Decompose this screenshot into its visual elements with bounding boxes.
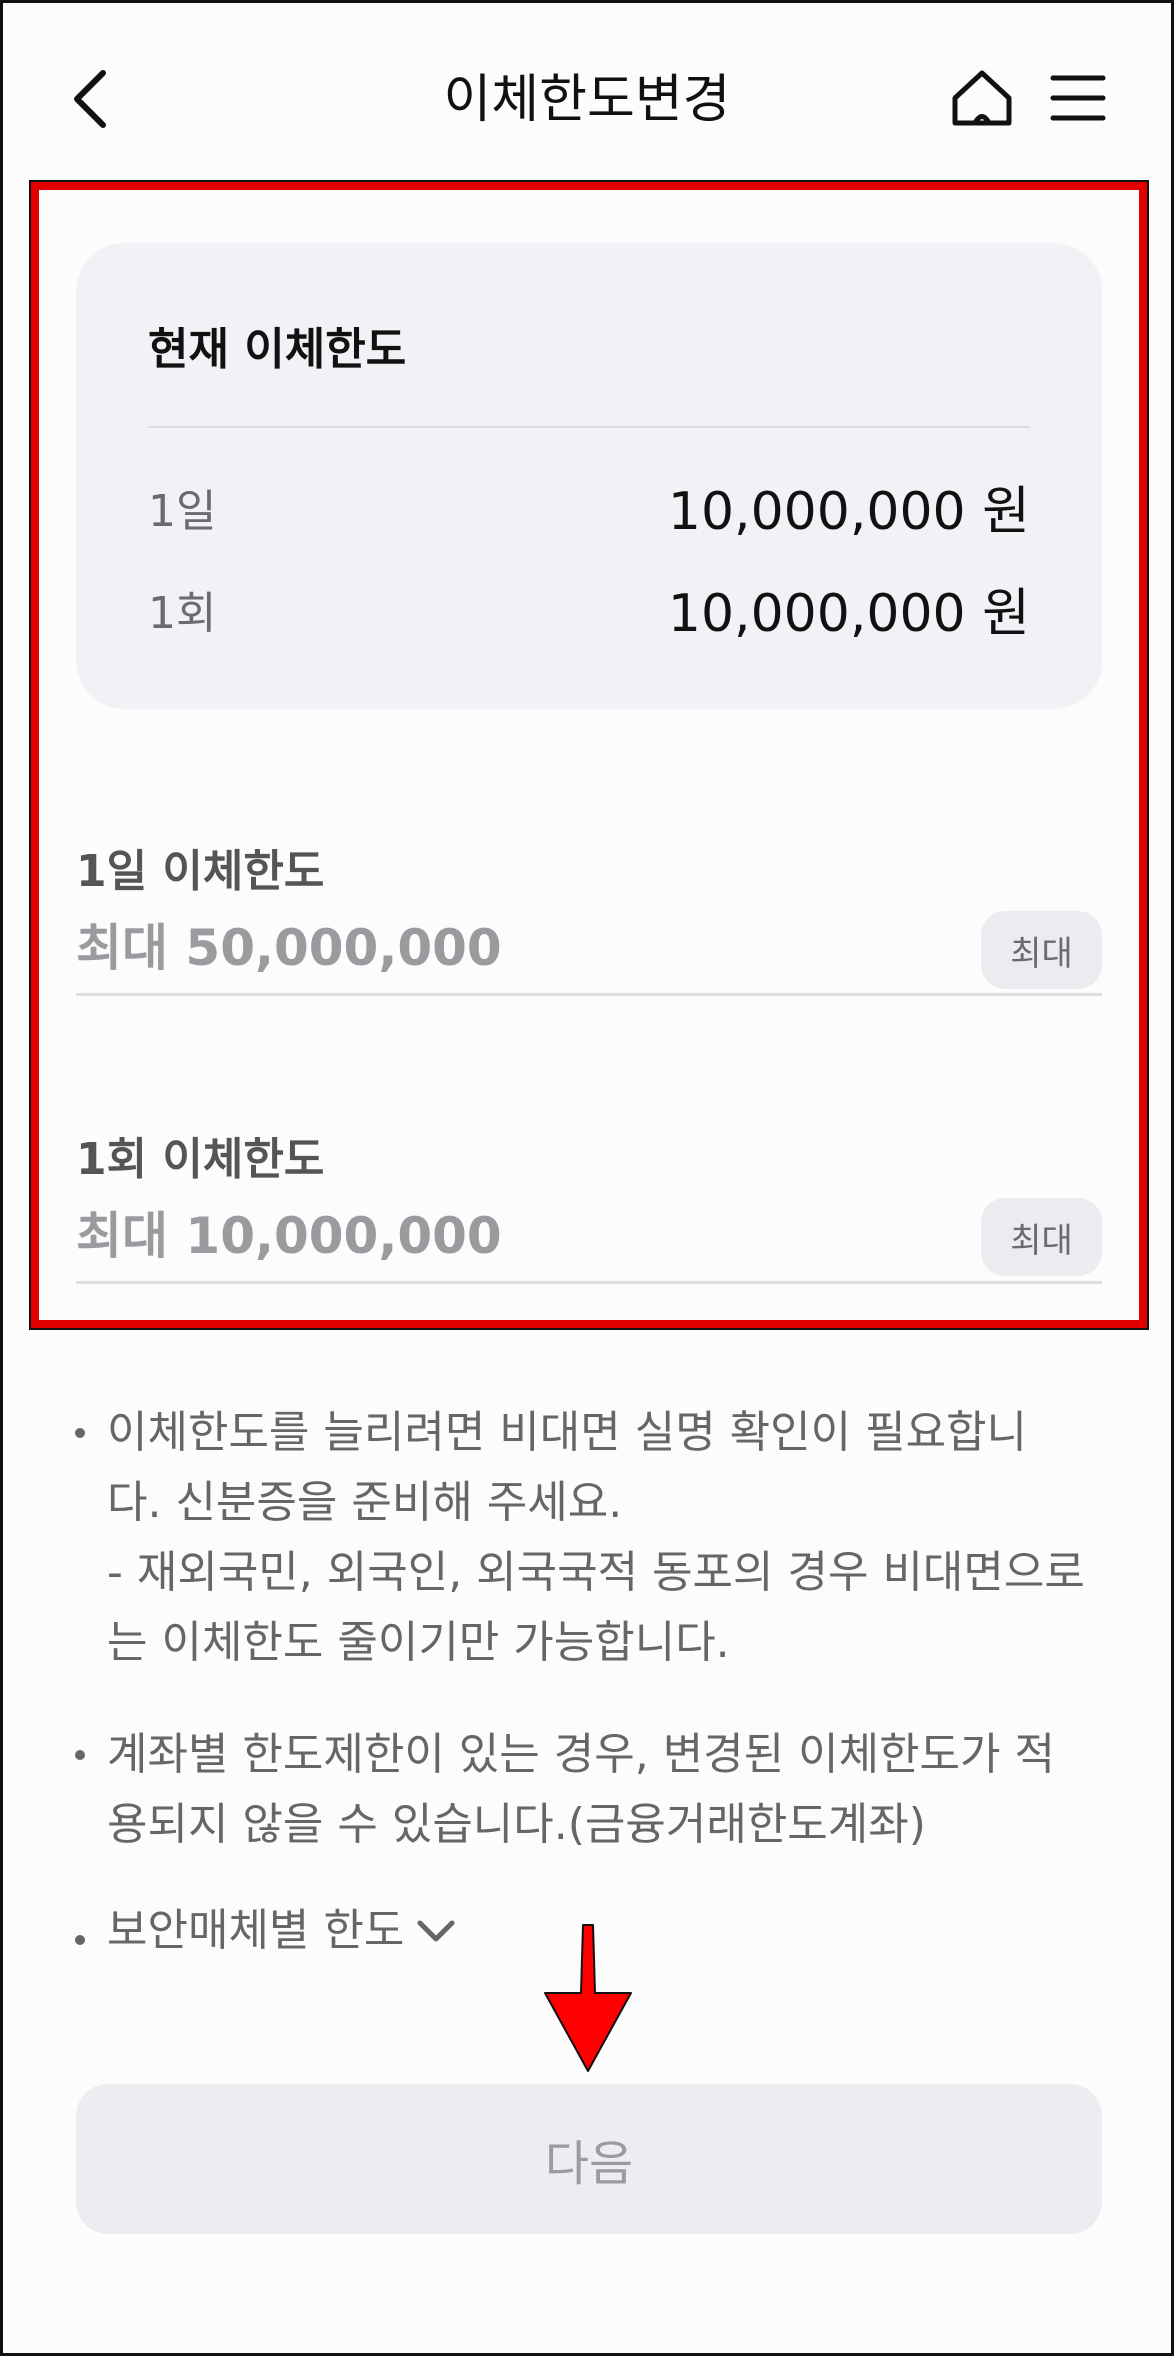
- daily-current-label: 1일: [148, 486, 217, 537]
- current-limit-card: 현재 이체한도 1일 10,000,000 원 1회 10,000,000 원: [76, 243, 1102, 709]
- annotation-arrow-icon: [544, 1924, 632, 2072]
- current-limit-title: 현재 이체한도: [148, 324, 407, 375]
- daily-limit-max-button[interactable]: 최대: [981, 911, 1102, 989]
- security-media-limit-label: 보안매체별 한도: [107, 1905, 405, 1956]
- per-transfer-limit-input[interactable]: [76, 1201, 956, 1271]
- chevron-down-icon: [417, 1920, 455, 1942]
- per-transfer-current-label: 1회: [148, 588, 217, 639]
- daily-current-value: 10,000,000 원: [667, 482, 1030, 542]
- notice-line: 계좌별 한도제한이 있는 경우, 변경된 이체한도가 적: [107, 1729, 1055, 1780]
- per-transfer-limit-label: 1회 이체한도: [76, 1134, 325, 1185]
- divider: [148, 426, 1030, 428]
- chevron-left-icon: [74, 70, 106, 128]
- home-icon: [952, 70, 1012, 126]
- notice-line: 이체한도를 늘리려면 비대면 실명 확인이 필요합니: [107, 1407, 1028, 1458]
- next-button[interactable]: 다음: [76, 2084, 1102, 2234]
- menu-button[interactable]: [1043, 63, 1113, 133]
- notice-bullet: [75, 1935, 85, 1945]
- daily-limit-underline: [76, 993, 1102, 996]
- notice-line: 용되지 않을 수 있습니다.(금융거래한도계좌): [107, 1799, 926, 1850]
- notice-line: 다. 신분증을 준비해 주세요.: [107, 1477, 623, 1528]
- notice-line: - 재외국민, 외국인, 외국국적 동포의 경우 비대면으로: [107, 1547, 1085, 1598]
- per-transfer-limit-max-button[interactable]: 최대: [981, 1198, 1102, 1276]
- notice-bullet: [75, 1428, 85, 1438]
- daily-limit-input[interactable]: [76, 913, 956, 983]
- screen: 이체한도변경 현재 이체한도 1일 10,000,000 원 1회 10,000…: [0, 0, 1174, 2356]
- per-transfer-current-value: 10,000,000 원: [667, 584, 1030, 644]
- hamburger-menu-icon: [1050, 75, 1106, 121]
- back-button[interactable]: [61, 63, 121, 135]
- notice-bullet: [75, 1750, 85, 1760]
- notice-line: 는 이체한도 줄이기만 가능합니다.: [107, 1617, 730, 1668]
- daily-limit-label: 1일 이체한도: [76, 846, 325, 897]
- home-button[interactable]: [947, 63, 1017, 133]
- security-media-limit-toggle[interactable]: 보안매체별 한도: [107, 1896, 456, 1966]
- per-transfer-limit-underline: [76, 1281, 1102, 1284]
